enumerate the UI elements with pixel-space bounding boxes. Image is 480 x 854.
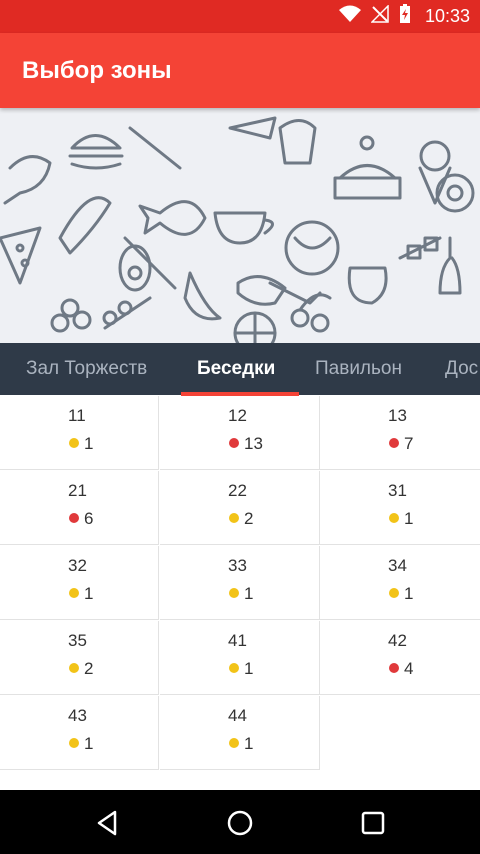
header-banner-image: [0, 108, 480, 343]
battery-charging-icon: [399, 4, 411, 29]
zone-number: 35: [68, 631, 87, 650]
zone-number: 41: [228, 631, 247, 650]
zone-number: 42: [388, 631, 407, 650]
zone-number: 13: [388, 406, 407, 425]
zone-cell[interactable]: 21 6: [0, 471, 159, 545]
tab-zal-torzhestv[interactable]: Зал Торжеств: [26, 343, 147, 395]
app-bar: Выбор зоны: [0, 33, 480, 108]
status-dot-icon: [69, 663, 79, 673]
zone-number: 33: [228, 556, 247, 575]
zone-number: 12: [228, 406, 247, 425]
status-dot-icon: [69, 588, 79, 598]
zone-number: 31: [388, 481, 407, 500]
tab-besedki[interactable]: Беседки: [197, 343, 275, 395]
system-navigation-bar: [0, 790, 480, 854]
status-dot-icon: [69, 513, 79, 523]
zone-number: 34: [388, 556, 407, 575]
zone-count: 6: [84, 509, 94, 528]
zone-count: 1: [84, 434, 94, 453]
zone-count: 1: [84, 584, 94, 603]
tab-pavilon[interactable]: Павильон: [315, 343, 402, 395]
zone-number: 21: [68, 481, 87, 500]
zone-cell[interactable]: 42 4: [320, 621, 480, 695]
zone-count: 2: [84, 659, 94, 678]
status-dot-icon: [229, 513, 239, 523]
status-dot-icon: [389, 438, 399, 448]
zone-cell[interactable]: 11 1: [0, 396, 159, 470]
zone-cell[interactable]: 41 1: [160, 621, 320, 695]
home-icon[interactable]: [225, 808, 255, 838]
zone-count: 1: [404, 509, 414, 528]
zone-cell[interactable]: 33 1: [160, 546, 320, 620]
status-dot-icon: [69, 738, 79, 748]
zone-count: 7: [404, 434, 414, 453]
page-title: Выбор зоны: [22, 57, 172, 84]
back-icon[interactable]: [93, 808, 123, 838]
status-dot-icon: [389, 513, 399, 523]
food-pattern-illustration: [0, 116, 475, 343]
zone-count: 13: [244, 434, 263, 453]
zone-grid: 11 1 12 13 13 7 21 6 22 2 31 1 32 1 33 1 34 1 35 2 41 1 42 4 43 1…: [0, 396, 480, 790]
status-dot-icon: [229, 738, 239, 748]
status-icons: 10:33: [338, 0, 470, 33]
no-signal-icon: [370, 4, 389, 28]
zone-count: 2: [244, 509, 254, 528]
zone-number: 44: [228, 706, 247, 725]
zone-number: 11: [68, 406, 86, 425]
zone-count: 4: [404, 659, 414, 678]
zone-count: 1: [244, 584, 254, 603]
zone-cell[interactable]: 22 2: [160, 471, 320, 545]
zone-count: 1: [244, 659, 254, 678]
zone-cell[interactable]: 32 1: [0, 546, 159, 620]
zone-number: 32: [68, 556, 87, 575]
zone-cell[interactable]: 12 13: [160, 396, 320, 470]
zone-cell[interactable]: 34 1: [320, 546, 480, 620]
zone-cell[interactable]: 35 2: [0, 621, 159, 695]
recents-icon[interactable]: [358, 808, 388, 838]
zone-number: 22: [228, 481, 247, 500]
zone-number: 43: [68, 706, 87, 725]
zone-cell[interactable]: 31 1: [320, 471, 480, 545]
zone-count: 1: [244, 734, 254, 753]
status-bar: 10:33: [0, 0, 480, 33]
zone-count: 1: [404, 584, 414, 603]
tab-dos[interactable]: Дос: [445, 343, 478, 395]
zone-cell[interactable]: 44 1: [160, 696, 320, 770]
active-tab-indicator: [181, 392, 299, 396]
zone-tabs: Зал Торжеств Беседки Павильон Дос: [0, 343, 480, 395]
status-dot-icon: [229, 663, 239, 673]
zone-cell[interactable]: 13 7: [320, 396, 480, 470]
zone-cell[interactable]: 43 1: [0, 696, 159, 770]
status-dot-icon: [229, 438, 239, 448]
clock: 10:33: [424, 6, 470, 26]
wifi-icon: [338, 5, 361, 28]
status-dot-icon: [69, 438, 79, 448]
status-dot-icon: [229, 588, 239, 598]
status-dot-icon: [389, 663, 399, 673]
zone-count: 1: [84, 734, 94, 753]
status-dot-icon: [389, 588, 399, 598]
